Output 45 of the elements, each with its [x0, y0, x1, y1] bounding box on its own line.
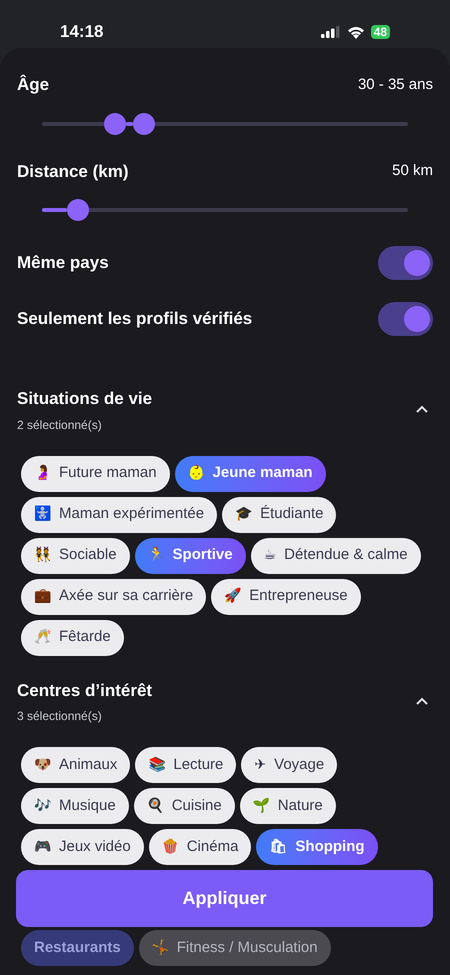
filter-chip[interactable]: Restaurants — [21, 930, 134, 966]
slider-thumb[interactable] — [133, 112, 156, 134]
slider-fill — [42, 208, 66, 212]
toggle-switch[interactable] — [378, 302, 433, 336]
filter-chip[interactable]: 📚 Lecture — [135, 747, 236, 783]
slider-label: Distance (km) — [17, 160, 128, 182]
filter-chip[interactable]: 🍿 Cinéma — [148, 829, 252, 865]
toggle-label: Même pays — [17, 252, 109, 274]
filter-chip[interactable]: 🛍 Shopping — [256, 829, 378, 865]
filter-chip[interactable]: 🚼 Maman expérimentée — [21, 496, 218, 532]
filter-chip[interactable]: ☕ Détendue & calme — [250, 538, 421, 574]
filter-chip[interactable]: 🏃 Sportive — [134, 538, 246, 574]
slider-value: 50 km — [392, 161, 433, 181]
slider-fill — [126, 122, 134, 126]
slider-thumb[interactable] — [66, 199, 88, 221]
signal-icon — [320, 26, 341, 38]
filter-chip[interactable]: 🤰 Future maman — [21, 456, 170, 492]
filter-chip[interactable]: 👯 Sociable — [21, 538, 130, 574]
filter-chip[interactable]: 💼 Axée sur sa carrière — [21, 578, 206, 614]
filter-chip[interactable]: 🎮 Jeux vidéo — [21, 829, 144, 865]
filter-chip[interactable]: 🥂 Fêtarde — [21, 620, 124, 656]
chevron-icon[interactable] — [415, 405, 429, 414]
wifi-icon — [346, 26, 365, 38]
chevron-icon[interactable] — [415, 696, 429, 706]
slider-label: Âge — [17, 74, 50, 96]
filter-chip[interactable]: 🤸 Fitness / Musculation — [138, 930, 331, 966]
selection-count: 3 sélectionné(s) — [17, 708, 103, 725]
filter-chip[interactable]: 🎓 Étudiante — [222, 496, 336, 532]
filter-chip[interactable]: 🐶 Animaux — [21, 747, 130, 783]
selection-count: 2 sélectionné(s) — [17, 416, 103, 434]
slider-value: 30 - 35 ans — [358, 74, 433, 94]
section-title: Situations de vie — [17, 388, 152, 410]
slider-thumb[interactable] — [104, 112, 126, 134]
battery-indicator: 48 — [370, 25, 390, 39]
filter-chip[interactable]: 🚀 Entrepreneuse — [211, 578, 361, 614]
toggle-switch[interactable] — [378, 246, 433, 280]
section-title: Centres d’intérêt — [17, 680, 152, 702]
toggle-label: Seulement les profils vérifiés — [17, 308, 252, 330]
filter-chip[interactable]: ✈ Voyage — [241, 747, 338, 783]
filter-chip[interactable]: 🌱 Nature — [240, 788, 336, 824]
filter-chip[interactable]: 🍳 Cuisine — [134, 788, 235, 824]
status-time: 14:18 — [60, 21, 104, 44]
apply-button[interactable]: Appliquer — [16, 870, 433, 927]
filter-chip[interactable]: 👶 Jeune maman — [174, 456, 326, 492]
filter-chip[interactable]: 🎶 Musique — [21, 788, 129, 824]
